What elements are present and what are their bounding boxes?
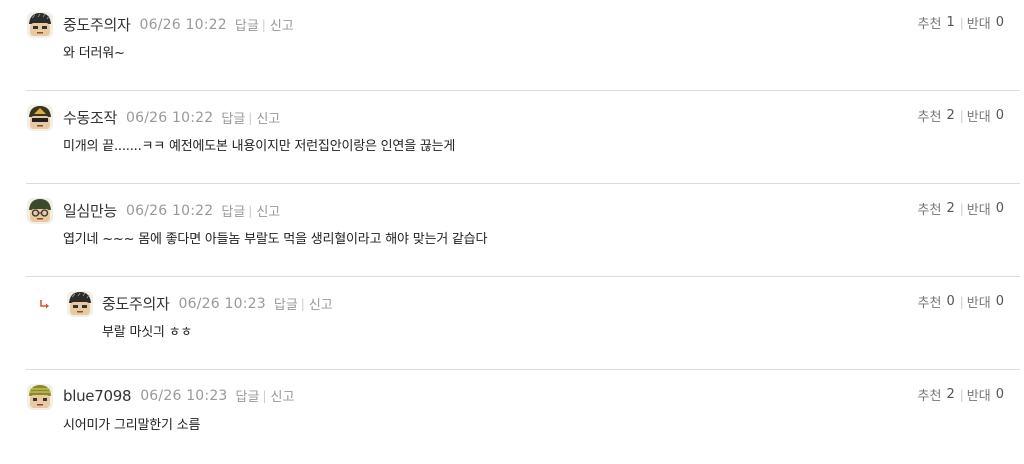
avatar-icon[interactable] [26, 104, 54, 132]
reply-button[interactable]: 답글 [221, 108, 245, 127]
reply-button[interactable]: 답글 [274, 294, 298, 313]
comment-text: 미개의 끝.......ㅋㅋ 예전에도본 내용이지만 저런집안이랑은 인연을 끊… [63, 139, 456, 154]
avatar-icon[interactable] [26, 383, 54, 411]
comment-text: 와 더러워~ [63, 46, 125, 61]
comment-datetime: 06/26 10:23 [178, 295, 266, 312]
recommend-count: 0 [946, 294, 955, 309]
report-button[interactable]: 신고 [256, 108, 280, 127]
comment-item: 중도주의자 06/26 10:22 답글 | 신고 와 더러워~ 추천 1 | … [0, 0, 1024, 92]
divider: | [959, 201, 964, 216]
oppose-button[interactable]: 반대 [967, 292, 991, 311]
reply-button[interactable]: 답글 [221, 201, 245, 220]
comment-separator [26, 276, 1020, 277]
comment-text: 부랄 마싯긔 ㅎㅎ [102, 325, 193, 340]
comment-datetime: 06/26 10:22 [126, 109, 214, 126]
comment-separator [26, 183, 1020, 184]
recommend-button[interactable]: 추천 [918, 292, 942, 311]
vote-area: 추천 2 | 반대 0 [918, 199, 1004, 218]
reply-button[interactable]: 답글 [236, 386, 260, 405]
comment-item: 수동조작 06/26 10:22 답글 | 신고 미개의 끝.......ㅋㅋ … [0, 93, 1024, 185]
recommend-button[interactable]: 추천 [918, 106, 942, 125]
avatar-icon[interactable] [66, 290, 94, 318]
report-button[interactable]: 신고 [270, 15, 294, 34]
vote-area: 추천 2 | 반대 0 [918, 385, 1004, 404]
recommend-button[interactable]: 추천 [918, 13, 942, 32]
oppose-count: 0 [995, 387, 1004, 402]
report-button[interactable]: 신고 [271, 386, 295, 405]
oppose-button[interactable]: 반대 [967, 13, 991, 32]
comment-author[interactable]: blue7098 [63, 387, 132, 405]
oppose-count: 0 [995, 108, 1004, 123]
recommend-count: 2 [946, 108, 955, 123]
comment-header: blue7098 06/26 10:23 답글 | 신고 [63, 386, 295, 406]
reply-button[interactable]: 답글 [235, 15, 259, 34]
oppose-count: 0 [995, 15, 1004, 30]
divider: | [248, 203, 253, 218]
vote-area: 추천 2 | 반대 0 [918, 106, 1004, 125]
oppose-count: 0 [995, 294, 1004, 309]
report-button[interactable]: 신고 [309, 294, 333, 313]
comment-text: 시어미가 그리말한기 소름 [63, 418, 201, 433]
divider: | [959, 387, 964, 402]
vote-area: 추천 0 | 반대 0 [918, 292, 1004, 311]
comment-list: 중도주의자 06/26 10:22 답글 | 신고 와 더러워~ 추천 1 | … [0, 0, 1024, 457]
oppose-button[interactable]: 반대 [967, 199, 991, 218]
divider: | [248, 110, 253, 125]
comment-author[interactable]: 중도주의자 [102, 293, 170, 314]
recommend-button[interactable]: 추천 [918, 199, 942, 218]
comment-author[interactable]: 수동조작 [63, 107, 117, 128]
comment-header: 중도주의자 06/26 10:23 답글 | 신고 [102, 293, 333, 314]
divider: | [959, 294, 964, 309]
divider: | [959, 108, 964, 123]
comment-datetime: 06/26 10:22 [139, 16, 227, 33]
comment-item-reply: 중도주의자 06/26 10:23 답글 | 신고 부랄 마싯긔 ㅎㅎ 추천 0… [0, 279, 1024, 371]
reply-arrow-icon [40, 300, 49, 309]
avatar-icon[interactable] [26, 11, 54, 39]
comment-text: 엽기네 ~~~ 몸에 좋다면 아들놈 부랄도 먹을 생리혈이라고 해야 맞는거 … [63, 232, 488, 247]
recommend-count: 2 [946, 387, 955, 402]
divider: | [262, 388, 267, 403]
comment-header: 일심만능 06/26 10:22 답글 | 신고 [63, 200, 280, 221]
comment-item: blue7098 06/26 10:23 답글 | 신고 시어미가 그리말한기 … [0, 372, 1024, 464]
comment-separator [26, 90, 1020, 91]
oppose-count: 0 [995, 201, 1004, 216]
divider: | [959, 15, 964, 30]
report-button[interactable]: 신고 [256, 201, 280, 220]
vote-area: 추천 1 | 반대 0 [918, 13, 1004, 32]
comment-header: 중도주의자 06/26 10:22 답글 | 신고 [63, 14, 294, 35]
oppose-button[interactable]: 반대 [967, 106, 991, 125]
recommend-count: 2 [946, 201, 955, 216]
comment-author[interactable]: 일심만능 [63, 200, 117, 221]
comment-author[interactable]: 중도주의자 [63, 14, 131, 35]
oppose-button[interactable]: 반대 [967, 385, 991, 404]
comment-header: 수동조작 06/26 10:22 답글 | 신고 [63, 107, 280, 128]
comment-datetime: 06/26 10:23 [140, 387, 228, 404]
comment-separator [26, 369, 1020, 370]
divider: | [261, 17, 266, 32]
recommend-button[interactable]: 추천 [918, 385, 942, 404]
recommend-count: 1 [946, 15, 955, 30]
comment-item: 일심만능 06/26 10:22 답글 | 신고 엽기네 ~~~ 몸에 좋다면 … [0, 186, 1024, 278]
divider: | [300, 296, 305, 311]
comment-datetime: 06/26 10:22 [126, 202, 214, 219]
avatar-icon[interactable] [26, 197, 54, 225]
